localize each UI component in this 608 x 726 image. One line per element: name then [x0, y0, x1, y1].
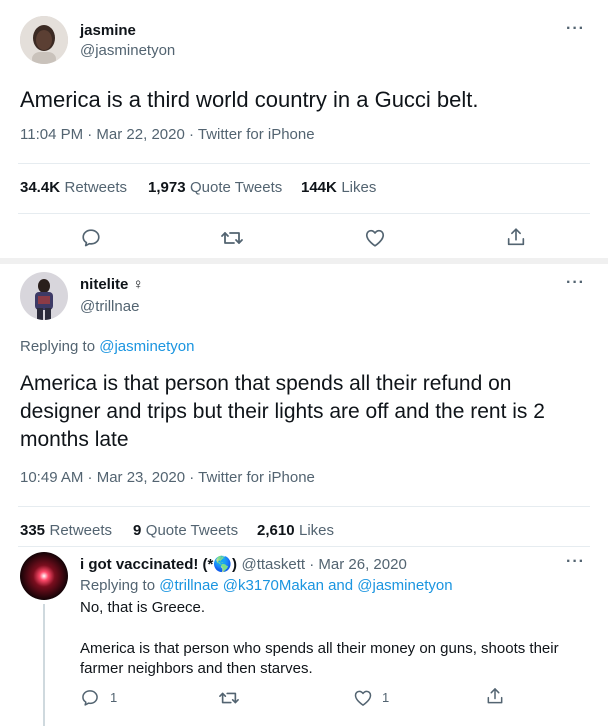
thread-line [43, 604, 45, 726]
author-name[interactable]: jasmine [80, 22, 136, 39]
section-divider [0, 258, 608, 264]
author-handle[interactable]: @trillnae [80, 298, 139, 315]
reply-icon[interactable] [80, 688, 100, 708]
like-icon[interactable] [353, 688, 373, 708]
quote-tweets-stat[interactable]: 1,973 Quote Tweets [148, 179, 282, 197]
retweets-label: Retweets [64, 179, 128, 196]
reply-header: i got vaccinated! (*🌎) @ttaskett · Mar 2… [80, 555, 407, 574]
likes-count: 144K [301, 179, 337, 196]
replying-to-prefix: Replying to [80, 577, 156, 594]
author-handle-date[interactable]: @ttaskett · Mar 26, 2020 [241, 556, 406, 573]
avatar[interactable] [20, 16, 68, 64]
author-handle[interactable]: @jasminetyon [80, 42, 175, 59]
likes-count: 2,610 [257, 522, 295, 539]
tweet-text: America is a third world country in a Gu… [20, 87, 479, 112]
retweets-count: 335 [20, 522, 46, 539]
divider [18, 163, 590, 164]
more-options-icon[interactable]: ··· [566, 274, 585, 292]
replying-to: Replying to @jasminetyon [20, 338, 195, 355]
like-icon[interactable] [364, 227, 386, 249]
tweet-timestamp[interactable]: 11:04 PM · Mar 22, 2020 · Twitter for iP… [20, 126, 315, 143]
more-options-icon[interactable]: ··· [566, 553, 585, 571]
retweets-stat[interactable]: 34.4K Retweets [20, 179, 127, 197]
likes-label: Likes [341, 179, 377, 196]
author-name[interactable]: i got vaccinated! (*🌎) [80, 556, 237, 573]
quote-tweets-count: 9 [133, 522, 142, 539]
avatar[interactable] [20, 272, 68, 320]
tweet-stats: 34.4K Retweets 1,973 Quote Tweets 144K L… [20, 179, 580, 199]
tweet-text: America is that person that spends all t… [20, 372, 545, 451]
tweet-timestamp[interactable]: 10:49 AM · Mar 23, 2020 · Twitter for iP… [20, 469, 315, 486]
replying-to-prefix: Replying to [20, 338, 96, 355]
author-name[interactable]: nitelite ♀ [80, 276, 144, 293]
reply-text-line1: No, that is Greece. [80, 599, 206, 616]
reply-count: 1 [110, 690, 118, 705]
retweets-label: Retweets [49, 522, 113, 539]
reply-icon[interactable] [80, 227, 102, 249]
like-count: 1 [382, 690, 390, 705]
avatar[interactable] [20, 552, 68, 600]
likes-stat[interactable]: 2,610 Likes [257, 522, 334, 540]
likes-label: Likes [299, 522, 335, 539]
retweet-icon[interactable] [220, 227, 244, 249]
quote-tweets-label: Quote Tweets [190, 179, 283, 196]
tweet-stats: 335 Retweets 9 Quote Tweets 2,610 Likes [20, 522, 580, 542]
share-icon[interactable] [485, 686, 505, 706]
divider [18, 506, 590, 507]
retweet-icon[interactable] [218, 688, 240, 708]
replying-to-link[interactable]: @jasminetyon [99, 338, 194, 355]
divider [18, 213, 590, 214]
share-icon[interactable] [505, 226, 527, 248]
reply-text-line2: America is that person who spends all th… [80, 640, 559, 677]
quote-tweets-label: Quote Tweets [145, 522, 239, 539]
quote-tweets-count: 1,973 [148, 179, 186, 196]
more-options-icon[interactable]: ··· [566, 20, 585, 38]
quote-tweets-stat[interactable]: 9 Quote Tweets [133, 522, 238, 540]
replying-to: Replying to @trillnae @k3170Makan and @j… [80, 577, 453, 594]
replying-to-link[interactable]: @trillnae @k3170Makan and @jasminetyon [159, 577, 452, 594]
divider [18, 546, 590, 547]
retweets-stat[interactable]: 335 Retweets [20, 522, 112, 540]
retweets-count: 34.4K [20, 179, 61, 196]
likes-stat[interactable]: 144K Likes [301, 179, 376, 197]
